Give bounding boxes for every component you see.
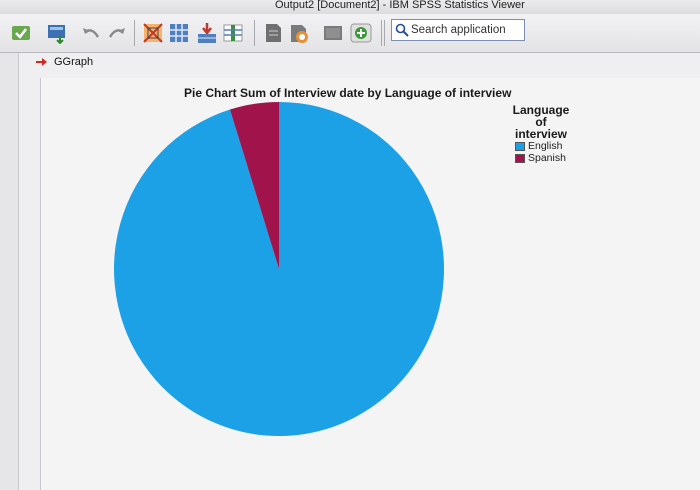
legend-title-line: interview [514,127,568,141]
variables-icon[interactable] [222,22,244,44]
left-gutter [0,53,19,490]
toolbar-separator [384,20,385,46]
search-icon [395,23,409,37]
legend-swatch [515,153,525,163]
outline-item-label: GGraph [54,56,94,68]
add-icon[interactable] [350,22,372,44]
undo-icon[interactable] [80,22,102,44]
open-icon[interactable] [10,22,32,44]
spss-viewer-window: Output2 [Document2] - IBM SPSS Statistic… [0,0,700,490]
toolbar [0,14,700,53]
legend-swatch [515,141,525,151]
toolbar-separator [254,20,255,46]
redo-icon[interactable] [106,22,128,44]
pivot-icon[interactable] [142,22,164,44]
chart-title: Pie Chart Sum of Interview date by Langu… [184,86,512,100]
title-bar: Output2 [Document2] - IBM SPSS Statistic… [0,0,700,14]
legend-label: Spanish [528,152,566,164]
arrow-right-icon [36,58,47,66]
edit-icon[interactable] [322,22,344,44]
output-icon[interactable] [262,22,284,44]
insert-case-icon[interactable] [196,22,218,44]
legend-item-english: English [515,140,578,152]
legend-items: English Spanish [508,140,578,164]
legend-title: Language of interview [508,104,574,140]
data-icon[interactable] [168,22,190,44]
search-input[interactable] [409,24,523,36]
outline-item-ggraph[interactable]: GGraph [36,55,93,69]
toolbar-separator [134,20,135,46]
toolbar-separator [381,20,382,46]
legend-label: English [528,140,563,152]
chart-legend: Language of interview English Spanish [508,104,578,164]
export-icon[interactable] [46,22,68,44]
legend-item-spanish: Spanish [515,152,578,164]
window-title: Output2 [Document2] - IBM SPSS Statistic… [275,0,525,11]
designated-window-icon[interactable] [288,22,310,44]
search-box[interactable] [391,19,525,41]
